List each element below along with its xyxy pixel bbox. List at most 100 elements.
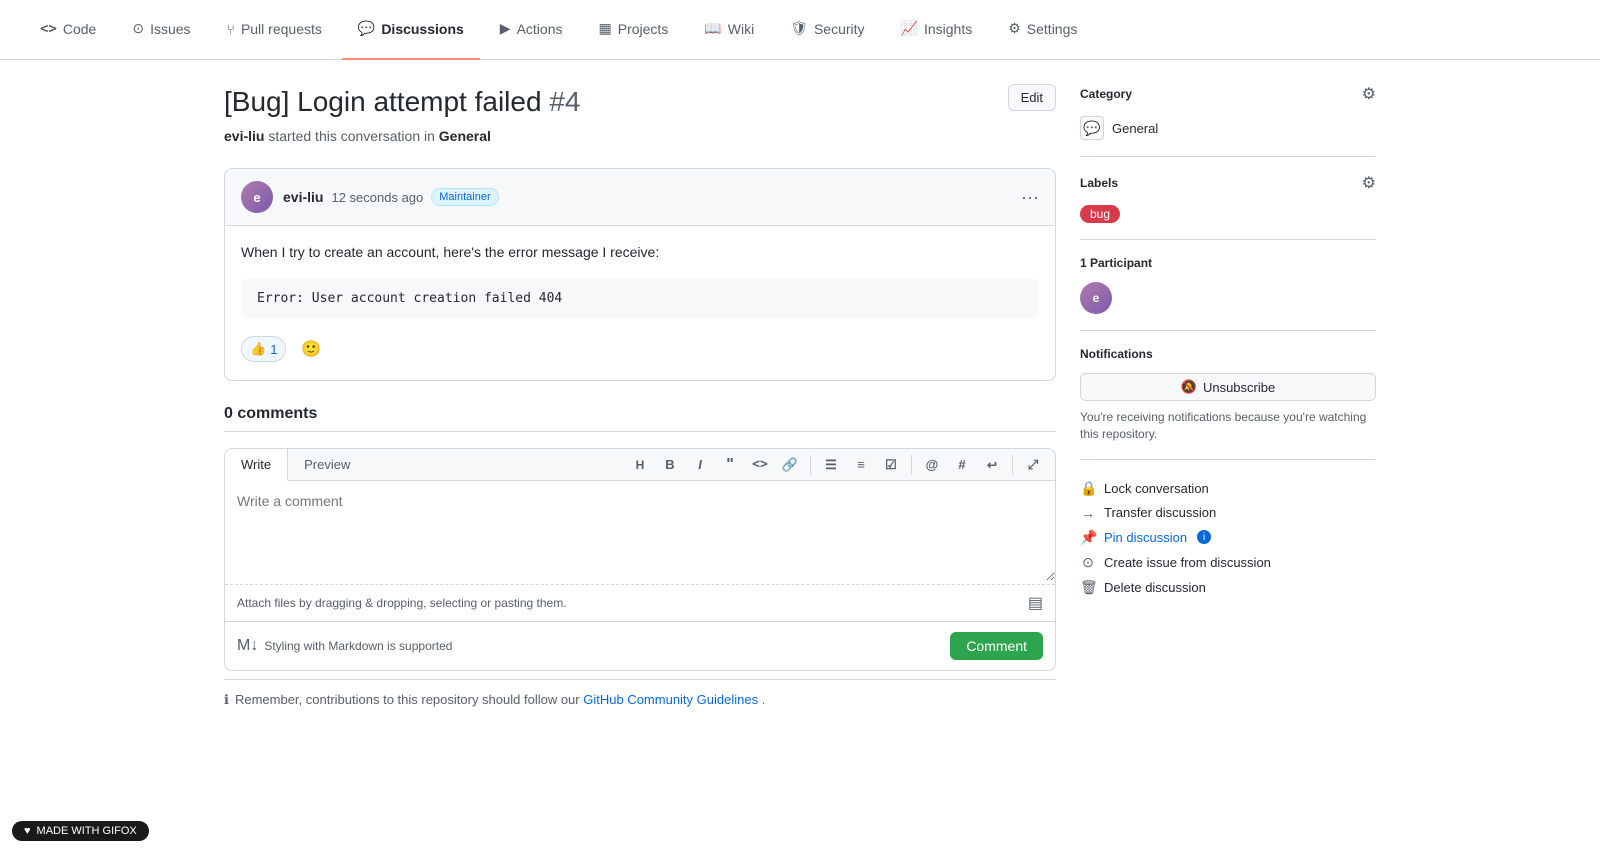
create-issue-action[interactable]: ⊙ Create issue from discussion [1080, 550, 1376, 575]
unordered-list-button[interactable]: ☰ [817, 451, 845, 479]
notifications-title: Notifications [1080, 347, 1153, 361]
category-name: General [1112, 121, 1158, 136]
mention-button[interactable]: @ [918, 451, 946, 479]
comment-box: Write Preview H B I " <> 🔗 ☰ ≡ ☑ @ # ↩ [224, 448, 1056, 671]
comment-textarea[interactable] [225, 481, 1055, 581]
edit-button[interactable]: Edit [1008, 84, 1056, 111]
smiley-icon: 🙂 [301, 341, 321, 358]
attach-area: Attach files by dragging & dropping, sel… [225, 584, 1055, 621]
pin-info-icon: i [1197, 530, 1211, 544]
code-icon: <> [40, 21, 57, 37]
pin-discussion-action[interactable]: 📌 Pin discussion i [1080, 525, 1376, 550]
gifox-badge: ♥ MADE WITH GIFOX [12, 821, 149, 841]
lock-conversation-action[interactable]: 🔒 Lock conversation [1080, 476, 1376, 501]
page-title: [Bug] Login attempt failed #4 [224, 84, 580, 120]
toolbar-separator-2 [911, 455, 912, 475]
discussions-icon: 💬 [358, 20, 375, 37]
undo-button[interactable]: ↩ [978, 451, 1006, 479]
delete-discussion-action[interactable]: 🗑 Delete discussion [1080, 575, 1376, 600]
card-menu-button[interactable]: ··· [1021, 188, 1039, 206]
issues-icon: ⊙ [132, 20, 144, 37]
sidebar-category-section: Category ⚙ 💬 General [1080, 84, 1376, 157]
sidebar-labels-section: Labels ⚙ bug [1080, 157, 1376, 240]
thumbsup-emoji: 👍 [250, 341, 266, 357]
bold-button[interactable]: B [656, 451, 684, 479]
discussion-author: evi-liu [283, 189, 323, 205]
comment-submit-button[interactable]: Comment [950, 632, 1043, 660]
discussion-timestamp: 12 seconds ago [331, 190, 423, 205]
community-guidelines-link[interactable]: GitHub Community Guidelines [583, 692, 758, 707]
lock-icon: 🔒 [1080, 480, 1096, 497]
toolbar-separator [810, 455, 811, 475]
main-content: [Bug] Login attempt failed #4 Edit evi-l… [224, 84, 1056, 720]
trash-icon: 🗑 [1080, 579, 1096, 596]
bell-slash-icon: 🔕 [1181, 379, 1197, 395]
nav-discussions[interactable]: 💬 Discussions [342, 0, 480, 60]
quote-button[interactable]: " [716, 451, 744, 479]
nav-code[interactable]: <> Code [24, 0, 112, 60]
unsubscribe-button[interactable]: 🔕 Unsubscribe [1080, 373, 1376, 401]
sidebar-participants-section: 1 participant e [1080, 240, 1376, 331]
category-bubble-icon: 💬 [1080, 116, 1104, 140]
nav-pull-requests[interactable]: ⑂ Pull requests [211, 0, 338, 60]
security-icon: 🛡 [790, 20, 808, 37]
participant-avatar[interactable]: e [1080, 282, 1112, 314]
comments-header: 0 comments [224, 405, 1056, 432]
nav-projects[interactable]: ▦ Projects [583, 0, 685, 60]
fullscreen-button[interactable]: ⤢ [1019, 451, 1047, 479]
participants-title: 1 participant [1080, 256, 1152, 270]
sidebar: Category ⚙ 💬 General Labels ⚙ bug 1 part… [1080, 84, 1376, 720]
discussion-card: e evi-liu 12 seconds ago Maintainer ··· … [224, 168, 1056, 381]
add-reaction-button[interactable]: 🙂 [294, 334, 328, 364]
category-item: 💬 General [1080, 116, 1376, 140]
projects-icon: ▦ [599, 20, 612, 37]
task-list-button[interactable]: ☑ [877, 451, 905, 479]
subtitle: evi-liu started this conversation in Gen… [224, 128, 1056, 144]
labels-gear-icon[interactable]: ⚙ [1362, 173, 1376, 193]
labels-title: Labels [1080, 176, 1118, 190]
ordered-list-button[interactable]: ≡ [847, 451, 875, 479]
link-button[interactable]: 🔗 [776, 451, 804, 479]
attach-icon: ▤ [1028, 593, 1043, 613]
category-title: Category [1080, 87, 1132, 101]
actions-icon: ▶ [500, 20, 511, 37]
thumbsup-reaction[interactable]: 👍 1 [241, 336, 286, 362]
create-issue-icon: ⊙ [1080, 554, 1096, 571]
nav-issues[interactable]: ⊙ Issues [116, 0, 206, 60]
category-gear-icon[interactable]: ⚙ [1362, 84, 1376, 104]
participants-row: e [1080, 282, 1376, 314]
top-nav: <> Code ⊙ Issues ⑂ Pull requests 💬 Discu… [0, 0, 1600, 60]
info-icon: ℹ [224, 692, 229, 708]
sidebar-actions-section: 🔒 Lock conversation → Transfer discussio… [1080, 460, 1376, 616]
nav-settings[interactable]: ⚙ Settings [992, 0, 1093, 60]
comment-footer: M↓ Styling with Markdown is supported Co… [225, 621, 1055, 670]
transfer-discussion-action[interactable]: → Transfer discussion [1080, 501, 1376, 525]
code-button[interactable]: <> [746, 451, 774, 479]
info-row: ℹ Remember, contributions to this reposi… [224, 679, 1056, 720]
ref-button[interactable]: # [948, 451, 976, 479]
transfer-icon: → [1080, 505, 1096, 521]
code-block: Error: User account creation failed 404 [241, 279, 1039, 318]
avatar: e [241, 181, 273, 213]
nav-actions[interactable]: ▶ Actions [484, 0, 579, 60]
toolbar-separator-3 [1012, 455, 1013, 475]
write-tab[interactable]: Write [225, 449, 288, 481]
gifox-icon: ♥ [24, 825, 31, 837]
nav-security[interactable]: 🛡 Security [774, 0, 880, 60]
card-header: e evi-liu 12 seconds ago Maintainer ··· [225, 169, 1055, 226]
settings-icon: ⚙ [1008, 20, 1021, 37]
pin-icon: 📌 [1080, 529, 1096, 546]
maintainer-badge: Maintainer [431, 188, 498, 206]
nav-insights[interactable]: 📈 Insights [885, 0, 989, 60]
italic-button[interactable]: I [686, 451, 714, 479]
sidebar-notifications-section: Notifications 🔕 Unsubscribe You're recei… [1080, 331, 1376, 460]
insights-icon: 📈 [901, 20, 918, 37]
nav-wiki[interactable]: 📖 Wiki [688, 0, 770, 60]
discussion-body: When I try to create an account, here's … [241, 242, 1039, 263]
heading-button[interactable]: H [626, 451, 654, 479]
pull-request-icon: ⑂ [227, 21, 235, 37]
notification-body: You're receiving notifications because y… [1080, 409, 1376, 443]
card-body: When I try to create an account, here's … [225, 226, 1055, 380]
preview-tab[interactable]: Preview [288, 449, 366, 480]
comment-tabs: Write Preview H B I " <> 🔗 ☰ ≡ ☑ @ # ↩ [225, 449, 1055, 481]
